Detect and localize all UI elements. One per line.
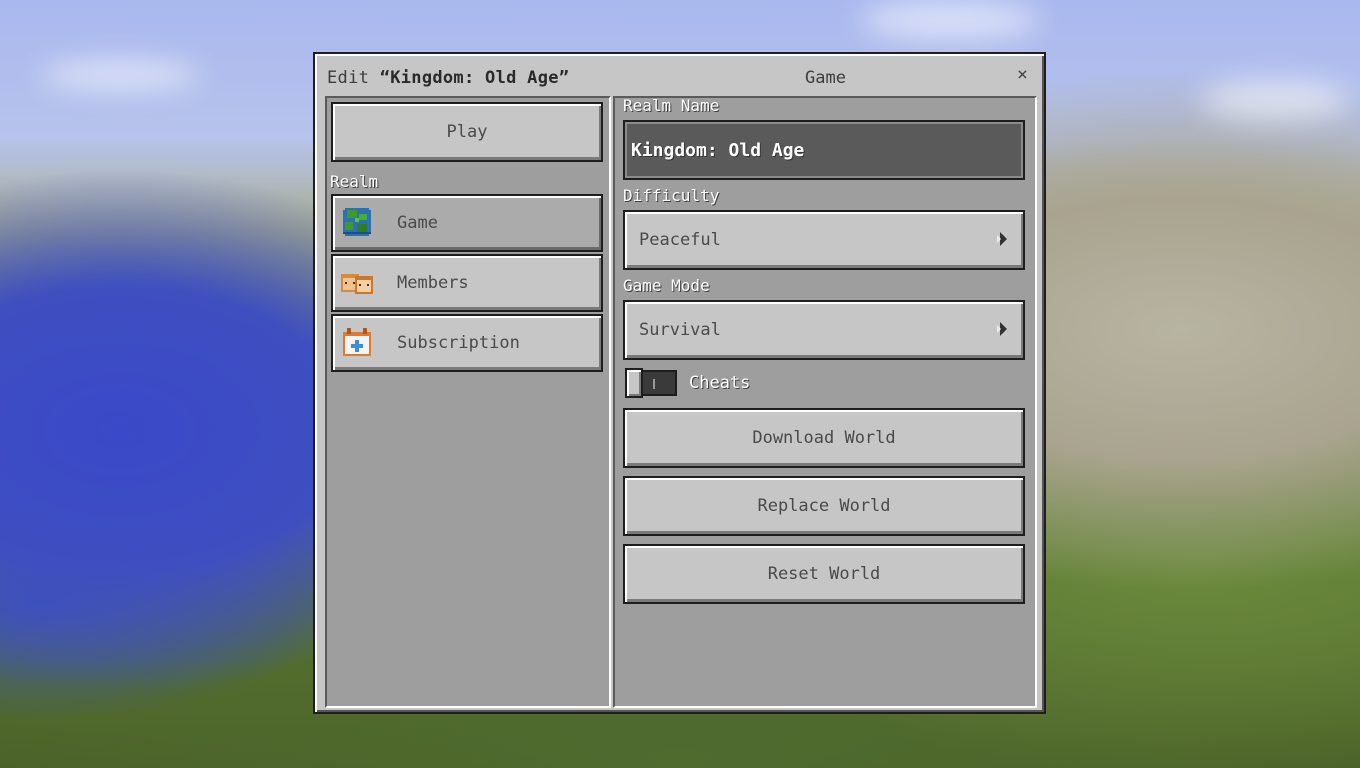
game-mode-dropdown[interactable]: Survival <box>623 300 1025 360</box>
realm-name-label: Realm Name <box>623 96 720 115</box>
realm-section-label: Realm <box>330 172 379 191</box>
globe-icon <box>343 208 371 236</box>
sidebar-item-members[interactable]: Members <box>331 254 603 312</box>
chevron-right-icon <box>997 232 1007 246</box>
sidebar-item-label: Game <box>397 213 438 233</box>
calendar-icon <box>343 328 371 356</box>
dialog-title: Edit “Kingdom: Old Age” <box>327 68 569 88</box>
difficulty-label: Difficulty <box>623 186 720 205</box>
edit-realm-dialog: Edit “Kingdom: Old Age” Game × Play Real… <box>313 52 1046 714</box>
sky-cloud <box>1200 80 1350 120</box>
chevron-right-icon <box>997 322 1007 336</box>
download-world-label: Download World <box>752 428 896 448</box>
difficulty-value: Peaceful <box>639 230 721 250</box>
sidebar-item-game[interactable]: Game <box>331 194 603 252</box>
cheats-toggle[interactable] <box>625 368 677 398</box>
toggle-knob[interactable] <box>625 368 643 398</box>
sky-cloud <box>860 0 1040 40</box>
play-button-label: Play <box>446 122 488 142</box>
toggle-off-mark <box>653 379 655 389</box>
game-mode-label: Game Mode <box>623 276 710 295</box>
dialog-title-realm-name: “Kingdom: Old Age” <box>379 68 570 88</box>
reset-world-button[interactable]: Reset World <box>623 544 1025 604</box>
play-button[interactable]: Play <box>331 102 603 162</box>
realm-name-input[interactable]: Kingdom: Old Age <box>623 120 1025 180</box>
replace-world-button[interactable]: Replace World <box>623 476 1025 536</box>
sidebar: Play Realm Game Members Subscription <box>325 96 611 708</box>
download-world-button[interactable]: Download World <box>623 408 1025 468</box>
sidebar-item-subscription[interactable]: Subscription <box>331 314 603 372</box>
section-title: Game <box>805 68 846 88</box>
replace-world-label: Replace World <box>757 496 891 516</box>
members-icon <box>341 274 373 294</box>
game-mode-value: Survival <box>639 320 721 340</box>
sky-cloud <box>40 60 200 90</box>
sidebar-item-label: Members <box>397 273 469 293</box>
dialog-title-prefix: Edit <box>327 68 380 88</box>
reset-world-label: Reset World <box>767 564 881 584</box>
difficulty-dropdown[interactable]: Peaceful <box>623 210 1025 270</box>
settings-panel: Realm Name Kingdom: Old Age Difficulty P… <box>613 96 1037 708</box>
sidebar-item-label: Subscription <box>397 333 520 353</box>
close-icon[interactable]: × <box>1017 64 1028 85</box>
cheats-label: Cheats <box>689 373 751 393</box>
